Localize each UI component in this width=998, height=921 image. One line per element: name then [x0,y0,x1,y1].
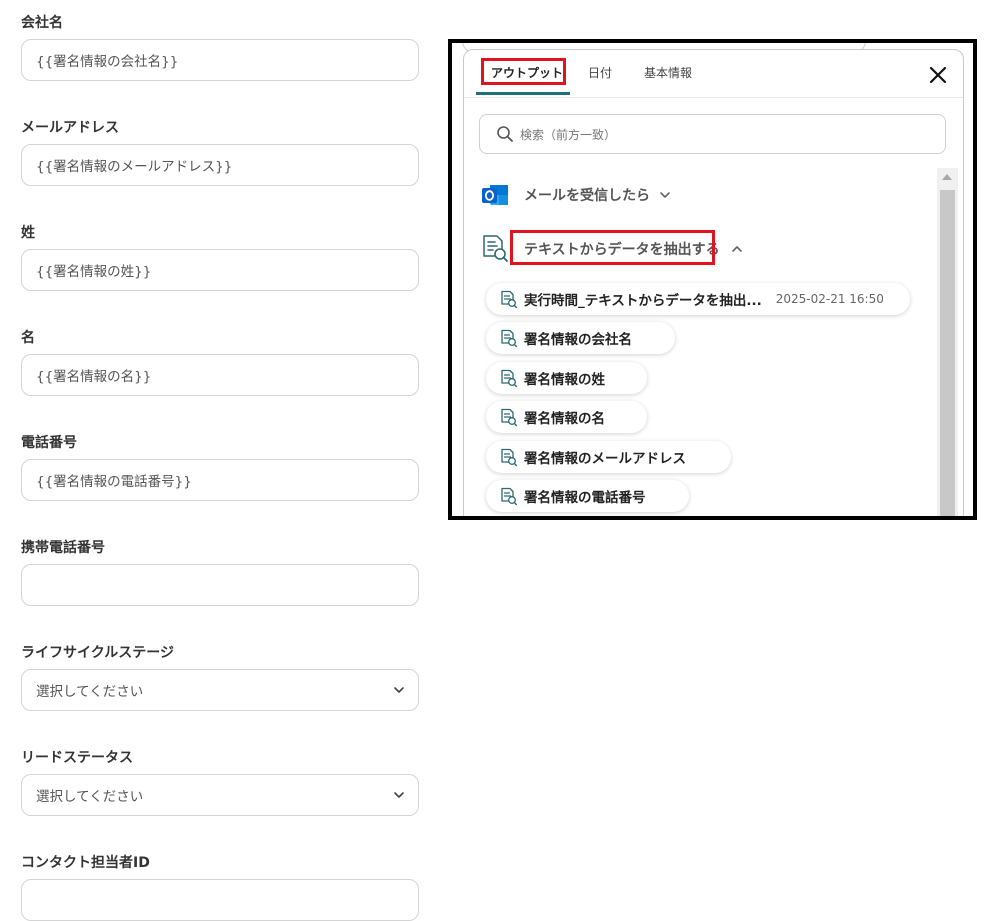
phone-input[interactable]: {{署名情報の電話番号}} [21,459,419,501]
output-item[interactable]: 署名情報の名 [486,401,647,433]
field-label: 電話番号 [21,435,77,451]
field-label: コンタクト担当者ID [21,855,150,871]
document-search-icon [501,369,517,387]
document-search-icon [501,329,517,347]
first-name-input[interactable]: {{署名情報の名}} [21,354,419,396]
field-label: 姓 [21,225,35,241]
document-search-icon [501,408,517,426]
section-email-received[interactable]: メールを受信したら [481,182,672,208]
output-item[interactable]: 実行時間_テキストからデータを抽出... 2025-02-21 16:50 [486,283,910,315]
lead-status-select[interactable]: 選択してください [21,774,419,816]
select-value: 選択してください [36,789,144,805]
output-item-timestamp: 2025-02-21 16:50 [775,292,884,306]
search-input[interactable]: 検索（前方一致） [479,114,946,154]
field-label: 携帯電話番号 [21,540,105,556]
chevron-down-icon [394,687,404,693]
document-search-icon [501,487,517,505]
output-item[interactable]: 署名情報の姓 [486,362,647,394]
output-item-label: 署名情報の姓 [524,372,605,388]
section-title: メールを受信したら [524,188,650,204]
output-item-label: 実行時間_テキストからデータを抽出... [524,293,762,309]
output-item-label: 署名情報の電話番号 [524,490,646,506]
scrollbar-thumb[interactable] [940,190,955,516]
mobile-phone-input[interactable] [21,564,419,606]
scroll-up-arrow-icon[interactable] [942,174,952,180]
output-item[interactable]: 署名情報の電話番号 [486,480,689,512]
field-label: 名 [21,330,35,346]
search-icon [497,126,513,142]
output-item-label: 署名情報の会社名 [524,332,632,348]
chevron-down-icon [394,792,404,798]
field-label: メールアドレス [21,120,119,136]
active-tab-indicator [476,92,570,95]
document-search-icon [501,448,517,466]
output-item-label: 署名情報の名 [524,411,605,427]
lifecycle-stage-select[interactable]: 選択してください [21,669,419,711]
scrollbar[interactable] [937,168,958,516]
section-highlight-box [510,230,715,265]
outlook-icon [482,185,508,205]
tab-bar: アウトプット 日付 基本情報 [464,50,963,98]
chevron-up-icon [731,246,742,252]
output-item-label: 署名情報のメールアドレス [524,451,686,467]
chevron-down-icon [660,192,670,198]
tab-basic-info[interactable]: 基本情報 [644,64,692,81]
field-label: リードステータス [21,750,133,766]
output-item[interactable]: 署名情報のメールアドレス [486,441,731,473]
search-placeholder: 検索（前方一致） [520,127,617,142]
select-value: 選択してください [36,684,144,700]
field-label: 会社名 [21,15,63,31]
document-search-icon [501,290,517,308]
document-search-icon [483,235,508,262]
email-input[interactable]: {{署名情報のメールアドレス}} [21,144,419,186]
output-panel-frame: アウトプット 日付 基本情報 検索（前方一致） メールを受信したら テキストから… [448,39,977,520]
tab-highlight-box [481,58,566,85]
output-item[interactable]: 署名情報の会社名 [486,322,675,354]
field-label: ライフサイクルステージ [21,645,175,661]
company-input[interactable]: {{署名情報の会社名}} [21,39,419,81]
tab-date[interactable]: 日付 [588,64,612,81]
contact-owner-id-input[interactable] [21,879,419,921]
output-picker-popup: アウトプット 日付 基本情報 検索（前方一致） メールを受信したら テキストから… [463,49,964,516]
close-icon[interactable] [927,64,949,86]
last-name-input[interactable]: {{署名情報の姓}} [21,249,419,291]
